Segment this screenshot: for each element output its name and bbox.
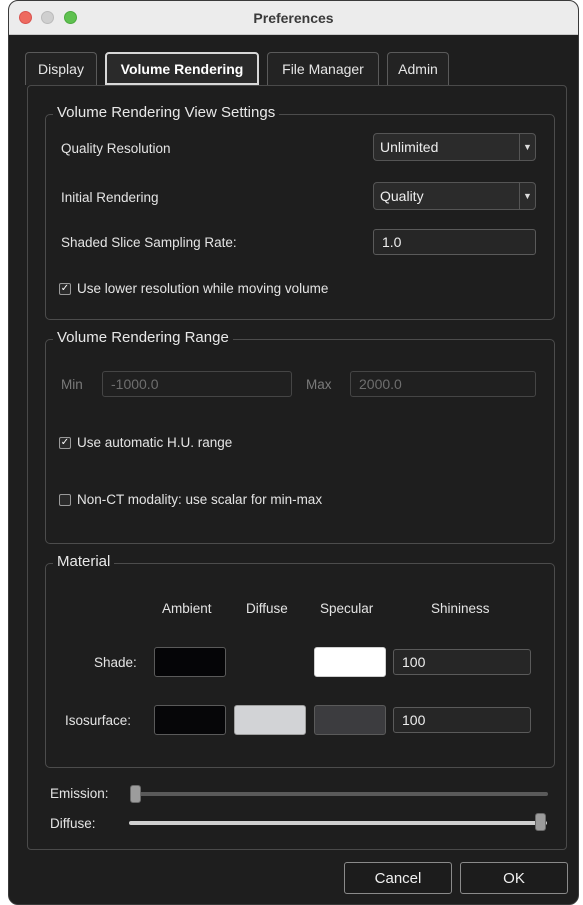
shade-shininess-input[interactable]: 100 — [393, 649, 531, 675]
isosurface-specular-swatch[interactable] — [314, 705, 386, 735]
initial-rendering-select[interactable]: Quality ▼ — [373, 182, 536, 210]
specular-header: Specular — [320, 601, 374, 616]
chevron-down-icon: ▼ — [519, 183, 535, 209]
non-ct-modality-label: Non-CT modality: use scalar for min-max — [77, 492, 323, 507]
window-title: Preferences — [253, 10, 334, 26]
diffuse-header: Diffuse — [246, 601, 288, 616]
chevron-down-icon: ▼ — [519, 134, 535, 160]
tab-display[interactable]: Display — [25, 52, 97, 85]
isosurface-diffuse-swatch[interactable] — [234, 705, 306, 735]
initial-rendering-label: Initial Rendering — [61, 190, 159, 205]
quality-resolution-select[interactable]: Unlimited ▼ — [373, 133, 536, 161]
view-settings-group: Volume Rendering View Settings Quality R… — [45, 104, 555, 320]
tab-admin[interactable]: Admin — [387, 52, 449, 85]
tab-file-manager[interactable]: File Manager — [267, 52, 379, 85]
material-title: Material — [53, 553, 115, 570]
shade-ambient-swatch[interactable] — [154, 647, 226, 677]
initial-rendering-value: Quality — [380, 188, 424, 204]
non-ct-modality-checkbox[interactable]: Non-CT modality: use scalar for min-max — [59, 492, 322, 507]
tab-volume-rendering[interactable]: Volume Rendering — [105, 52, 259, 85]
ok-button[interactable]: OK — [460, 862, 568, 894]
unchecked-box-icon — [59, 493, 71, 506]
emission-slider-handle[interactable] — [130, 785, 141, 803]
preferences-window: Preferences Display Volume Rendering Fil… — [8, 0, 579, 905]
title-bar: Preferences — [9, 1, 578, 35]
sampling-rate-label: Shaded Slice Sampling Rate: — [61, 235, 237, 250]
isosurface-shininess-input[interactable]: 100 — [393, 707, 531, 733]
sampling-rate-input[interactable]: 1.0 — [373, 229, 536, 255]
ambient-header: Ambient — [162, 601, 212, 616]
min-input[interactable]: -1000.0 — [102, 371, 292, 397]
lower-resolution-label: Use lower resolution while moving volume — [77, 281, 329, 296]
max-input[interactable]: 2000.0 — [350, 371, 536, 397]
view-settings-title: Volume Rendering View Settings — [53, 104, 280, 121]
isosurface-ambient-swatch[interactable] — [154, 705, 226, 735]
rendering-range-group: Volume Rendering Range Min -1000.0 Max 2… — [45, 329, 555, 544]
isosurface-label: Isosurface: — [65, 713, 132, 728]
lower-resolution-checkbox[interactable]: ✓ Use lower resolution while moving volu… — [59, 281, 328, 296]
diffuse-label: Diffuse: — [50, 816, 96, 831]
rendering-range-title: Volume Rendering Range — [53, 329, 233, 346]
auto-hu-range-label: Use automatic H.U. range — [77, 435, 233, 450]
diffuse-slider-handle[interactable] — [535, 813, 546, 831]
shade-specular-swatch[interactable] — [314, 647, 386, 677]
min-label: Min — [61, 377, 83, 392]
diffuse-slider-track[interactable] — [129, 821, 547, 825]
volume-rendering-panel: Volume Rendering View Settings Quality R… — [27, 85, 567, 850]
max-label: Max — [306, 377, 332, 392]
material-group: Material Ambient Diffuse Specular Shinin… — [45, 553, 555, 768]
quality-resolution-value: Unlimited — [380, 139, 439, 155]
checkmark-icon: ✓ — [59, 282, 71, 295]
emission-slider-track[interactable] — [134, 792, 548, 796]
checkmark-icon: ✓ — [59, 436, 71, 449]
shininess-header: Shininess — [431, 601, 490, 616]
auto-hu-range-checkbox[interactable]: ✓ Use automatic H.U. range — [59, 435, 232, 450]
cancel-button[interactable]: Cancel — [344, 862, 452, 894]
emission-label: Emission: — [50, 786, 109, 801]
quality-resolution-label: Quality Resolution — [61, 141, 171, 156]
shade-label: Shade: — [94, 655, 137, 670]
